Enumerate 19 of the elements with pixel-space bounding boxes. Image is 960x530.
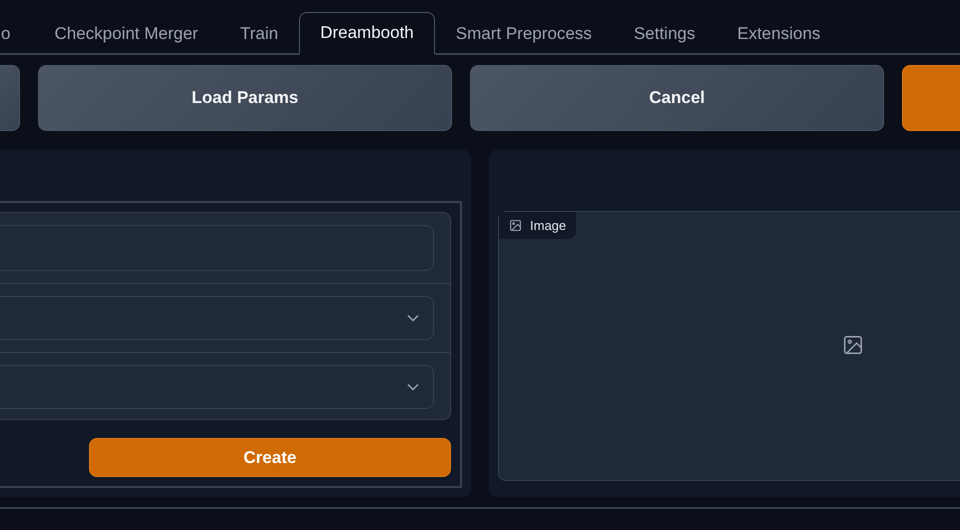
image-label-text: Image xyxy=(530,218,566,233)
tab[interactable]: o xyxy=(0,12,12,55)
tab[interactable]: Extensions xyxy=(716,12,842,55)
tab[interactable]: Checkpoint Merger xyxy=(33,12,220,55)
image-icon xyxy=(509,219,522,232)
tab[interactable]: Dreambooth xyxy=(299,12,435,55)
cancel-button[interactable]: Cancel xyxy=(470,65,884,131)
image-placeholder-icon xyxy=(842,334,864,356)
tab[interactable]: Smart Preprocess xyxy=(434,12,613,55)
dropdown[interactable] xyxy=(0,365,434,409)
load-params-button[interactable]: Load Params xyxy=(38,65,452,131)
tab[interactable]: Settings xyxy=(612,12,716,55)
tab[interactable]: Train xyxy=(219,12,300,55)
chevron-down-icon xyxy=(407,383,419,391)
create-button[interactable]: Create xyxy=(89,438,451,477)
chevron-down-icon xyxy=(407,314,419,322)
text-input[interactable] xyxy=(0,225,434,271)
dropdown[interactable] xyxy=(0,296,434,340)
image-upload-area[interactable]: Image xyxy=(498,211,960,481)
